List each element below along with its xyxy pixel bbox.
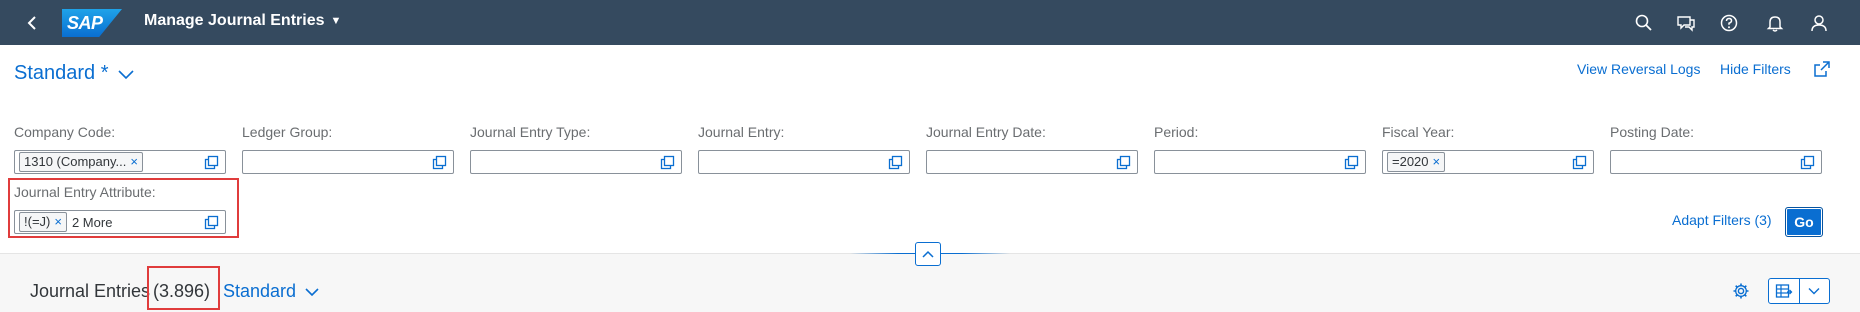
filter-journal-entry-date: Journal Entry Date: — [926, 124, 1138, 174]
close-icon[interactable]: × — [1433, 153, 1441, 171]
sap-logo[interactable]: SAP — [62, 9, 122, 37]
filter-label: Company Code: — [14, 124, 116, 140]
caret-down-icon: ▼ — [330, 15, 342, 27]
user-icon[interactable] — [1808, 12, 1830, 34]
chevron-up-icon — [922, 250, 934, 258]
shell-bar: SAP Manage Journal Entries ▼ — [0, 0, 1860, 45]
period-input[interactable] — [1154, 150, 1366, 174]
filter-posting-date: Posting Date: — [1610, 124, 1822, 174]
value-help-icon[interactable] — [432, 155, 447, 170]
export-dropdown-button[interactable] — [1798, 279, 1830, 303]
chevron-down-icon — [117, 69, 134, 79]
filter-token[interactable]: 1310 (Company... × — [19, 152, 143, 172]
filter-label: Ledger Group: — [242, 124, 333, 140]
value-help-icon[interactable] — [1116, 155, 1131, 170]
back-icon[interactable] — [22, 12, 44, 34]
close-icon[interactable]: × — [130, 153, 138, 171]
table-title: Journal Entries — [30, 281, 151, 301]
search-icon[interactable] — [1633, 12, 1655, 34]
export-button[interactable] — [1769, 279, 1799, 303]
filter-label: Posting Date: — [1610, 124, 1695, 140]
filter-label: Period: — [1154, 124, 1199, 140]
view-reversal-logs-link[interactable]: View Reversal Logs — [1577, 61, 1700, 77]
token-text: 1310 (Company... — [24, 154, 127, 169]
filter-period: Period: — [1154, 124, 1366, 174]
filter-label: Journal Entry Date: — [926, 124, 1046, 140]
value-help-icon[interactable] — [1800, 155, 1815, 170]
value-help-icon[interactable] — [1344, 155, 1359, 170]
filter-label: Fiscal Year: — [1382, 124, 1455, 140]
chevron-down-icon — [1808, 288, 1820, 295]
value-help-icon[interactable] — [888, 155, 903, 170]
chevron-down-icon — [305, 287, 319, 296]
journal-entry-type-input[interactable] — [470, 150, 682, 174]
feedback-icon[interactable] — [1675, 12, 1697, 34]
filter-label: Journal Entry: — [698, 124, 785, 140]
filter-token[interactable]: =2020 × — [1387, 152, 1446, 172]
ledger-group-input[interactable] — [242, 150, 454, 174]
go-button[interactable]: Go — [1785, 207, 1823, 237]
token-text: =2020 — [1392, 154, 1429, 169]
filter-fiscal-year: Fiscal Year: =2020 × — [1382, 124, 1594, 174]
table-variant-selector[interactable]: Standard — [223, 281, 320, 302]
value-help-icon[interactable] — [660, 155, 675, 170]
filter-journal-entry: Journal Entry: — [698, 124, 910, 174]
adapt-filters-link[interactable]: Adapt Filters (3) — [1672, 212, 1772, 228]
collapse-header-button[interactable] — [915, 242, 941, 266]
export-spreadsheet-icon — [1775, 284, 1793, 298]
company-code-input[interactable]: 1310 (Company... × — [14, 150, 226, 174]
posting-date-input[interactable] — [1610, 150, 1822, 174]
fiscal-year-input[interactable]: =2020 × — [1382, 150, 1594, 174]
variant-selector[interactable]: Standard * — [14, 62, 135, 85]
help-icon[interactable] — [1718, 12, 1740, 34]
filter-ledger-group: Ledger Group: — [242, 124, 454, 174]
filter-label: Journal Entry Type: — [470, 124, 591, 140]
gear-icon[interactable] — [1732, 282, 1750, 300]
value-help-icon[interactable] — [1572, 155, 1587, 170]
journal-entry-input[interactable] — [698, 150, 910, 174]
filter-company-code: Company Code: 1310 (Company... × — [14, 124, 226, 174]
highlight-box — [8, 178, 239, 238]
export-menu-button[interactable] — [1768, 278, 1830, 304]
variant-label: Standard * — [14, 62, 109, 84]
value-help-icon[interactable] — [204, 155, 219, 170]
app-title: Manage Journal Entries — [144, 12, 325, 29]
journal-entry-date-input[interactable] — [926, 150, 1138, 174]
hide-filters-link[interactable]: Hide Filters — [1720, 61, 1791, 77]
table-variant-label: Standard — [223, 281, 297, 301]
filter-journal-entry-type: Journal Entry Type: — [470, 124, 682, 174]
highlight-box — [147, 266, 220, 310]
app-title-menu[interactable]: Manage Journal Entries ▼ — [144, 12, 341, 30]
notifications-icon[interactable] — [1764, 12, 1786, 34]
share-icon[interactable] — [1811, 58, 1833, 80]
